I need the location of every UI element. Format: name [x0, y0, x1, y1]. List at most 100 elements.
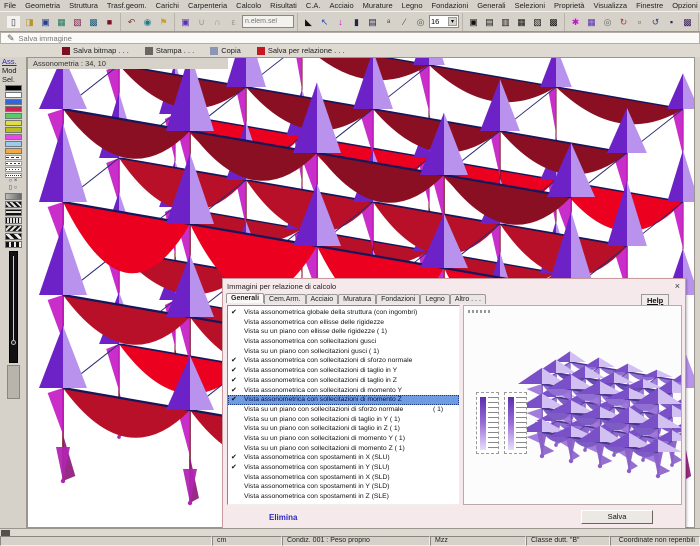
list-item[interactable]: Vista su un piano con sollecitazioni di …	[228, 415, 459, 425]
printer-button[interactable]: Stampa . . .	[139, 45, 200, 57]
list-item[interactable]: ✔Vista assonometrica con sollecitazioni …	[228, 386, 459, 396]
material-icon[interactable]: ■	[102, 15, 117, 29]
list-item[interactable]: ✔Vista assonometrica con sollecitazioni …	[228, 376, 459, 386]
tab-muratura[interactable]: Muratura	[338, 294, 376, 304]
target-icon[interactable]: ◎	[413, 15, 428, 29]
panel-tab-sel[interactable]: Sel.	[0, 75, 26, 84]
viewport-quad-icon[interactable]: ▧	[530, 15, 545, 29]
intersect-icon[interactable]: ∩	[210, 15, 225, 29]
color-swatch-3[interactable]	[5, 106, 22, 112]
hatch-pattern-swatch-4[interactable]	[5, 225, 22, 232]
panel-tab-mod[interactable]: Mod	[0, 66, 26, 75]
list-item[interactable]: Vista assonometrica con spostamenti in Z…	[228, 492, 459, 502]
menu-item-murature[interactable]: Murature	[363, 1, 393, 10]
list-item[interactable]: Vista assonometrica con spostamenti in X…	[228, 473, 459, 483]
refresh-icon[interactable]: ↺	[648, 15, 663, 29]
epsilon-icon[interactable]: ε	[226, 15, 241, 29]
node-numbers-icon[interactable]: ᵃ	[381, 15, 396, 29]
menu-item-legno[interactable]: Legno	[402, 1, 423, 10]
dark-view-icon[interactable]: ▪	[664, 15, 679, 29]
save-icon[interactable]: ▣	[38, 15, 53, 29]
list-item[interactable]: Vista su un piano con sollecitazioni di …	[228, 424, 459, 434]
new-document-icon[interactable]: ▯	[6, 15, 21, 29]
hatch-pattern-swatch-3[interactable]	[5, 217, 22, 224]
color-swatch-9[interactable]	[5, 148, 22, 154]
color-swatch-4[interactable]	[5, 113, 22, 119]
menu-item-c-a-[interactable]: C.A.	[306, 1, 321, 10]
horizontal-scroll-strip[interactable]	[0, 528, 700, 536]
list-item[interactable]: ✔Vista assonometrica con sollecitazioni …	[228, 395, 459, 405]
tab-legno[interactable]: Legno	[420, 294, 449, 304]
menu-item-visualizza[interactable]: Visualizza	[593, 1, 627, 10]
hatch-pattern-swatch-1[interactable]	[5, 201, 22, 208]
menu-item-geometria[interactable]: Geometria	[25, 1, 60, 10]
copy-button[interactable]: Copia	[204, 45, 247, 57]
mesh-grid-icon[interactable]: ▦	[584, 15, 599, 29]
panel-tab-ass[interactable]: Ass.	[0, 57, 26, 66]
union-icon[interactable]: ∪	[194, 15, 209, 29]
image-views-list[interactable]: ✔Vista assonometrica globale della strut…	[227, 305, 460, 505]
elimina-button[interactable]: Elimina	[269, 513, 297, 522]
color-swatch-1[interactable]	[5, 92, 22, 98]
menu-item-trasf-geom-[interactable]: Trasf.geom.	[107, 1, 147, 10]
open-folder-icon[interactable]: ◨	[22, 15, 37, 29]
list-item[interactable]: ✔Vista assonometrica con sollecitazioni …	[228, 356, 459, 366]
sphere-icon[interactable]: ◉	[140, 15, 155, 29]
section-view-icon[interactable]: ▮	[349, 15, 364, 29]
model-archive-icon[interactable]: ▦	[54, 15, 69, 29]
list-item[interactable]: Vista su un piano con sollecitazioni di …	[228, 405, 459, 415]
tab-fondazioni[interactable]: Fondazioni	[376, 294, 420, 304]
model-group-icon[interactable]: ▩	[86, 15, 101, 29]
marker-style-row-0[interactable]: ○ ×	[0, 178, 26, 185]
color-swatch-8[interactable]	[5, 141, 22, 147]
list-item[interactable]: Vista assonometrica con spostamenti in Y…	[228, 482, 459, 492]
list-item[interactable]: Vista su un piano con sollecitazioni di …	[228, 434, 459, 444]
menu-item-acciaio[interactable]: Acciaio	[329, 1, 353, 10]
rotate-view-icon[interactable]: ↻	[616, 15, 631, 29]
menu-item-struttura[interactable]: Struttura	[69, 1, 98, 10]
shaded-view-icon[interactable]: ◣	[301, 15, 316, 29]
line-style-swatch-0[interactable]	[5, 155, 22, 160]
list-item[interactable]: Vista su un piano con sollecitazioni gus…	[228, 347, 459, 357]
list-item[interactable]: ✔Vista assonometrica con spostamenti in …	[228, 453, 459, 463]
depth-slider[interactable]	[9, 251, 18, 363]
list-item[interactable]: Vista assonometrica con sollecitazioni g…	[228, 337, 459, 347]
close-icon[interactable]: ×	[675, 281, 680, 291]
model-check-icon[interactable]: ▧	[70, 15, 85, 29]
menu-item-carpenteria[interactable]: Carpenteria	[188, 1, 227, 10]
viewport-full-icon[interactable]: ▣	[466, 15, 481, 29]
menu-item-risultati[interactable]: Risultati	[270, 1, 297, 10]
color-swatch-6[interactable]	[5, 127, 22, 133]
line-style-swatch-1[interactable]	[5, 161, 22, 166]
slider-handle[interactable]	[11, 340, 16, 345]
color-swatch-2[interactable]	[5, 99, 22, 105]
hatch-pattern-swatch-5[interactable]	[5, 233, 22, 240]
list-item[interactable]: ✔Vista assonometrica con sollecitazioni …	[228, 366, 459, 376]
window-small-icon[interactable]: ▫	[632, 15, 647, 29]
zoom-search-icon[interactable]: ◎	[600, 15, 615, 29]
list-item[interactable]: Vista su un piano con ellisse delle rigi…	[228, 327, 459, 337]
viewport-split-h-icon[interactable]: ▤	[482, 15, 497, 29]
viewport-grid-icon[interactable]: ▦	[514, 15, 529, 29]
menu-item-selezioni[interactable]: Selezioni	[515, 1, 545, 10]
font-size-dropdown[interactable]: 16▾	[429, 15, 459, 28]
menu-item-calcolo[interactable]: Calcolo	[236, 1, 261, 10]
bitmap-button[interactable]: Salva bitmap . . .	[56, 45, 135, 57]
tab-altro[interactable]: Altro . . .	[450, 294, 486, 304]
tab-generali[interactable]: Generali	[226, 293, 264, 303]
render-flower-icon[interactable]: ✱	[568, 15, 583, 29]
hatch-pattern-swatch-2[interactable]	[5, 209, 22, 216]
measure-icon[interactable]: ⁄	[397, 15, 412, 29]
salva-button[interactable]: Salva	[581, 510, 653, 524]
list-item[interactable]: Vista su un piano con sollecitazioni di …	[228, 444, 459, 454]
marker-style-row-1[interactable]: ▯ ○	[0, 185, 26, 192]
viewport-mosaic-icon[interactable]: ▩	[546, 15, 561, 29]
selected-elements-input[interactable]	[242, 15, 294, 28]
menu-item-opzioni[interactable]: Opzioni	[672, 1, 697, 10]
list-item[interactable]: ✔Vista assonometrica globale della strut…	[228, 308, 459, 318]
dark-grid-icon[interactable]: ▩	[680, 15, 695, 29]
tab-acciaio[interactable]: Acciaio	[306, 294, 339, 304]
color-swatch-7[interactable]	[5, 134, 22, 140]
report-dot-button[interactable]: Salva per relazione . . .	[251, 45, 351, 57]
menu-item-file[interactable]: File	[4, 1, 16, 10]
